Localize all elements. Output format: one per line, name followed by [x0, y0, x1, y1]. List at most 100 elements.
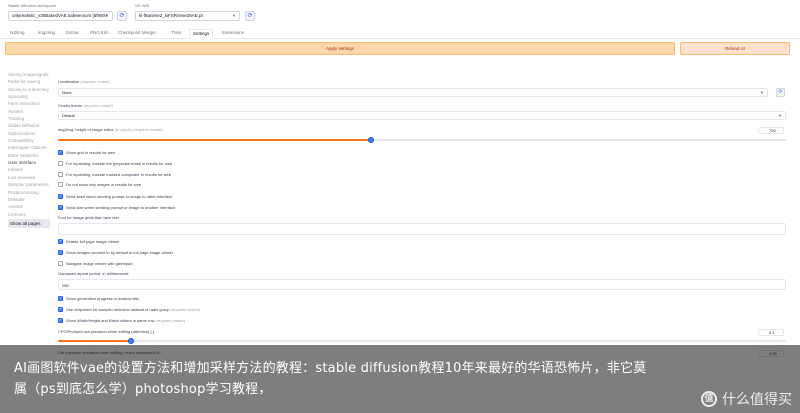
- tab-train[interactable]: Train: [171, 30, 181, 35]
- slider-thumb[interactable]: [368, 137, 375, 143]
- tab-settings[interactable]: Settings: [189, 29, 214, 39]
- caption-text: AI画图软件vae的设置方法和增加采样方法的教程：stable diffusio…: [14, 361, 647, 397]
- sidebar-item-upscaling[interactable]: Upscaling: [8, 94, 50, 99]
- checkpoint-value: onlyrealistic_v30BakedVAE.safetensors [5…: [12, 13, 108, 18]
- send-seed-checkbox[interactable]: [58, 193, 63, 199]
- slider-thumb[interactable]: [127, 338, 134, 344]
- sampler-dropdown-label: Use dropdown for sampler selection inste…: [66, 307, 200, 312]
- checkpoint-bar: Stable Diffusion checkpoint onlyrealisti…: [0, 0, 800, 28]
- tab-extensions[interactable]: Extensions: [222, 30, 244, 35]
- theme-note: (requires restart): [83, 103, 113, 108]
- font-label: Font for image grids that have text: [58, 215, 119, 220]
- tab-txt2img[interactable]: txt2img: [10, 30, 25, 35]
- theme-label-text: Gradio theme: [58, 103, 83, 108]
- show-grid-label: Show grid in results for web: [66, 150, 116, 155]
- zoomed-viewer-checkbox[interactable]: [58, 249, 63, 255]
- send-size-checkbox[interactable]: [58, 204, 63, 210]
- font-input[interactable]: [58, 223, 786, 235]
- width-height-row-label: Show Width/Height and Batch sliders in s…: [66, 318, 185, 323]
- sidebar-item-stable-diffusion[interactable]: Stable Diffusion: [8, 123, 50, 128]
- watermark-logo-icon: 值: [701, 391, 717, 407]
- no-images-label: Do not show any images in results for we…: [66, 182, 142, 187]
- sidebar-item-sampler-parameters[interactable]: Sampler parameters: [8, 182, 50, 187]
- sampler-dropdown-checkbox[interactable]: [58, 306, 63, 312]
- vae-label: SD VAE: [135, 3, 150, 8]
- sidebar-item-infotext[interactable]: Infotext: [8, 167, 50, 172]
- masked-composite-label: For inpainting, include masked composite…: [66, 172, 171, 177]
- vae-select[interactable]: kl-f8anime2_kiFSRnime25AE.pt ▼: [135, 11, 240, 21]
- settings-sidebar: Saving images/grids Paths for saving Sav…: [8, 72, 50, 230]
- img2img-height-slider[interactable]: [58, 137, 786, 143]
- width-height-row-note: (requires restart): [155, 318, 186, 323]
- localization-label: Localization (requires restart): [58, 79, 110, 84]
- refresh-checkpoint-icon[interactable]: ⟳: [117, 11, 127, 21]
- send-seed-label: Send seed when sending prompt or image t…: [66, 194, 173, 199]
- sidebar-item-postprocessing[interactable]: Postprocessing: [8, 190, 50, 195]
- sampler-dropdown-text: Use dropdown for sampler selection inste…: [66, 307, 170, 312]
- sidebar-item-actions[interactable]: Actions: [8, 204, 50, 209]
- refresh-vae-icon[interactable]: ⟳: [245, 11, 255, 21]
- slider-fill: [58, 139, 372, 141]
- tab-extras[interactable]: Extras: [66, 30, 79, 35]
- tab-checkpoint-merger[interactable]: Checkpoint Merger: [118, 30, 156, 35]
- sidebar-item-training[interactable]: Training: [8, 116, 50, 121]
- fullpage-viewer-checkbox[interactable]: [58, 238, 63, 244]
- sidebar-item-extra-networks[interactable]: Extra Networks: [8, 153, 50, 158]
- width-height-row-text: Show Width/Height and Batch sliders in s…: [66, 318, 155, 323]
- grayscale-mask-checkbox[interactable]: [58, 161, 63, 166]
- tab-png-info[interactable]: PNG Info: [90, 30, 109, 35]
- sidebar-item-show-all-pages[interactable]: Show all pages: [8, 218, 50, 228]
- settings-panel: Localization (requires restart) None ▼ ⟳…: [55, 72, 790, 362]
- sidebar-item-interrogate[interactable]: Interrogate Options: [8, 145, 50, 150]
- apply-settings-button[interactable]: Apply settings: [5, 42, 675, 55]
- no-images-checkbox[interactable]: [58, 182, 63, 187]
- theme-select[interactable]: Default ▼: [58, 111, 786, 120]
- progress-title-label: Show generation progress in window title…: [66, 296, 140, 301]
- tab-img2img[interactable]: img2img: [38, 30, 55, 35]
- slider-fill: [58, 340, 131, 342]
- sidebar-item-optimizations[interactable]: Optimizations: [8, 131, 50, 136]
- sidebar-item-licenses[interactable]: Licenses: [8, 212, 50, 217]
- show-grid-checkbox[interactable]: [58, 149, 63, 155]
- fullpage-viewer-label: Enable full page image viewer: [66, 239, 120, 244]
- checkpoint-select[interactable]: onlyrealistic_v30BakedVAE.safetensors [5…: [8, 11, 113, 21]
- localization-note: (requires restart): [80, 79, 110, 84]
- sidebar-item-saving-directory[interactable]: Saving to a directory: [8, 87, 50, 92]
- vae-value: kl-f8anime2_kiFSRnime25AE.pt: [139, 13, 203, 18]
- sidebar-item-saving-images[interactable]: Saving images/grids: [8, 72, 50, 77]
- img2img-height-note: (in pixels) (requires restart): [114, 127, 163, 132]
- img2img-height-label: img2img: height of image editor (in pixe…: [58, 127, 163, 132]
- progress-title-checkbox[interactable]: [58, 295, 63, 301]
- zoomed-viewer-label: Show images zoomed in by default in full…: [66, 250, 174, 255]
- localization-select[interactable]: None ▼: [58, 88, 768, 97]
- img2img-height-label-text: img2img: height of image editor: [58, 127, 114, 132]
- theme-value: Default: [62, 113, 75, 118]
- chevron-down-icon: ▼: [105, 13, 109, 18]
- cfg-precision-slider[interactable]: [58, 338, 786, 344]
- cfg-precision-label: CFG/Prompt/Lora precision when editing (…: [58, 329, 155, 334]
- img2img-height-input[interactable]: 720: [758, 127, 784, 134]
- cfg-precision-input[interactable]: 0.1: [758, 329, 784, 336]
- grayscale-mask-label: For inpainting, include the greyscale ma…: [66, 161, 173, 166]
- sampler-dropdown-note: (requires restart): [170, 307, 201, 312]
- masked-composite-checkbox[interactable]: [58, 172, 63, 177]
- localization-label-text: Localization: [58, 79, 80, 84]
- sidebar-item-user-interface[interactable]: User interface: [8, 160, 50, 165]
- width-height-row-checkbox[interactable]: [58, 317, 63, 323]
- sidebar-item-paths[interactable]: Paths for saving: [8, 79, 50, 84]
- sidebar-item-compatibility[interactable]: Compatibility: [8, 138, 50, 143]
- theme-label: Gradio theme (requires restart): [58, 103, 113, 108]
- watermark: 值 什么值得买: [701, 389, 792, 409]
- reload-ui-button[interactable]: Reload UI: [680, 42, 790, 55]
- refresh-localization-icon[interactable]: ⟳: [776, 88, 785, 97]
- gamepad-period-label: Gamepad repeat period, in milliseconds: [58, 271, 129, 276]
- sidebar-item-live-previews[interactable]: Live previews: [8, 175, 50, 180]
- sidebar-item-system[interactable]: System: [8, 109, 50, 114]
- chevron-down-icon: ▼: [778, 113, 782, 118]
- gamepad-period-input[interactable]: 250: [58, 279, 786, 290]
- gamepad-checkbox[interactable]: [58, 261, 63, 266]
- chevron-down-icon: ▼: [760, 90, 764, 95]
- sidebar-item-defaults[interactable]: Defaults: [8, 197, 50, 202]
- tab-bar: txt2img img2img Extras PNG Info Checkpoi…: [0, 29, 800, 39]
- sidebar-item-face-restoration[interactable]: Face restoration: [8, 101, 50, 106]
